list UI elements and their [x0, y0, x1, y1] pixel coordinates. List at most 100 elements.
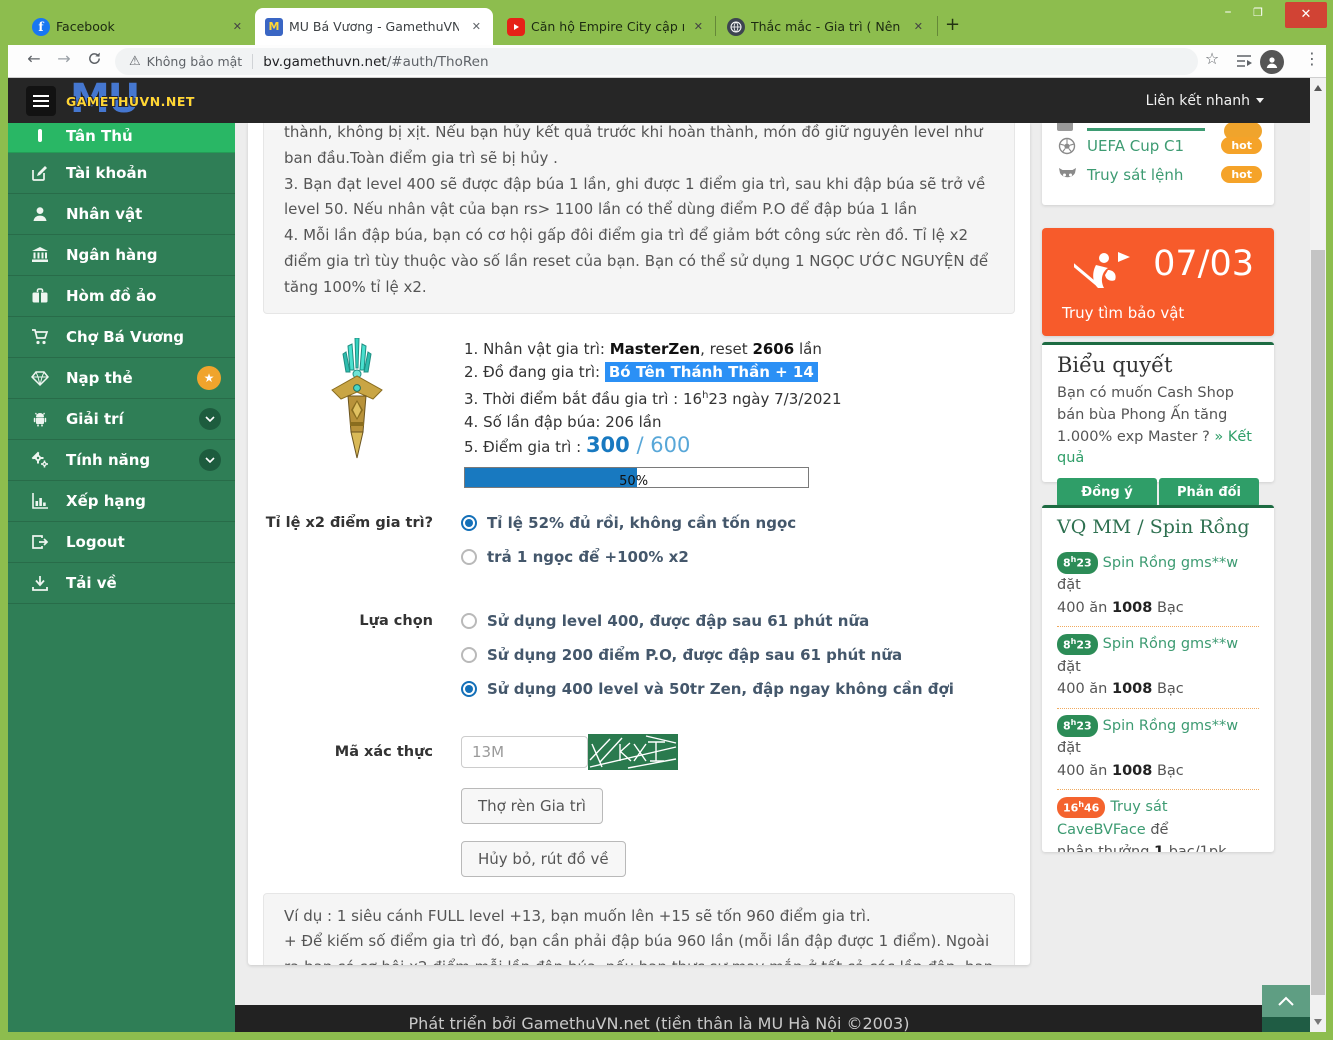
vote-oppose-button[interactable]: Phản đối	[1159, 478, 1259, 507]
chevron-down-icon[interactable]	[199, 449, 221, 471]
vote-question: Bạn có muốn Cash Shop bán bùa Phong Ấn t…	[1057, 383, 1259, 470]
tab-close-icon[interactable]: ✕	[229, 18, 246, 35]
scrollbar-up-arrow-icon[interactable]	[1314, 85, 1322, 91]
cancel-withdraw-button[interactable]: Hủy bỏ, rút đồ về	[461, 841, 626, 877]
radio-option-level-zen[interactable]: Sử dụng 400 level và 50tr Zen, đập ngay …	[461, 680, 954, 698]
scrollbar-down-arrow-icon[interactable]	[1314, 1019, 1322, 1025]
radio-icon[interactable]	[461, 515, 477, 531]
tab-close-icon[interactable]: ✕	[468, 18, 485, 35]
time-badge: 8h23	[1057, 715, 1098, 737]
treasure-event-banner[interactable]: 07/03 Truy tìm bảo vật	[1042, 228, 1274, 336]
logout-icon	[28, 533, 52, 551]
submit-forge-button[interactable]: Thợ rèn Gia trì	[461, 788, 603, 824]
facebook-favicon-icon: f	[32, 18, 50, 36]
page-scrollbar[interactable]	[1310, 78, 1326, 1032]
tab-facebook[interactable]: f Facebook ✕	[22, 8, 254, 45]
radio-icon[interactable]	[461, 647, 477, 663]
radio-icon[interactable]	[461, 613, 477, 629]
tab-close-icon[interactable]: ✕	[910, 18, 927, 35]
footer-text: Phát triển bởi GamethuVN.net (tiền thân …	[409, 1014, 910, 1032]
main-content-card: thành, không bị xịt. Nếu bạn hủy kết quả…	[248, 123, 1030, 965]
points-max: 600	[650, 433, 690, 457]
chrome-menu-icon[interactable]: ⋮	[1300, 49, 1324, 68]
sidebar-item-tinh-nang[interactable]: Tính năng	[8, 440, 235, 481]
url-field[interactable]: ⚠ Không bảo mật bv.gamethuvn.net/#auth/T…	[115, 48, 1198, 75]
example-line: Ví dụ : 1 siêu cánh FULL level +13, bạn …	[284, 904, 994, 930]
sidebar-item-xep-hang[interactable]: Xếp hạng	[8, 481, 235, 522]
new-tab-button[interactable]: +	[945, 14, 960, 35]
x2-rate-group: Tỉ lệ x2 điểm gia trì? Tỉ lệ 52% đủ rồi,…	[248, 514, 1030, 582]
tab-mu-ba-vuong[interactable]: M MU Bá Vương - GamethuVN.net ✕	[255, 8, 493, 45]
sidebar-item-tai-ve[interactable]: Tải về	[8, 563, 235, 604]
feed-text: đặt	[1057, 659, 1081, 675]
not-secure-warning-icon: ⚠	[129, 54, 141, 69]
radio-label: Sử dụng level 400, được đập sau 61 phút …	[487, 612, 869, 630]
radio-option-keep-rate[interactable]: Tỉ lệ 52% đủ rồi, không cần tốn ngọc	[461, 514, 796, 532]
minimize-button[interactable]: –	[1216, 4, 1240, 20]
sidebar-item-nap-the[interactable]: Nạp thẻ ★	[8, 358, 235, 399]
forward-icon[interactable]: →	[52, 49, 76, 68]
media-list-icon[interactable]	[1232, 53, 1256, 72]
tab-title: Facebook	[56, 19, 115, 34]
sidebar-item-giai-tri[interactable]: Giải trí	[8, 399, 235, 440]
quick-links-dropdown[interactable]: Liên kết nhanh	[1146, 93, 1264, 109]
tab-thac-mac[interactable]: Thắc mắc - Gia trì ( Nên hay khôn ✕	[717, 8, 935, 45]
scrollbar-thumb[interactable]	[1311, 250, 1325, 995]
sidebar-item-tan-thu[interactable]: Tân Thủ	[8, 123, 235, 153]
hamburger-menu-icon[interactable]	[26, 86, 56, 116]
logo-site-name: GAMETHUVN.NET	[66, 94, 195, 109]
vote-agree-button[interactable]: Đồng ý	[1057, 478, 1157, 507]
shopping-cart-icon	[28, 328, 52, 346]
reload-icon[interactable]	[82, 51, 106, 70]
quick-link-truy-sat[interactable]: Truy sát lệnh hot	[1042, 160, 1274, 189]
tab-title: MU Bá Vương - GamethuVN.net	[289, 19, 459, 34]
radio-icon[interactable]	[461, 681, 477, 697]
sidebar-item-ngan-hang[interactable]: Ngân hàng	[8, 235, 235, 276]
sidebar-item-label: Xếp hạng	[66, 492, 146, 510]
browser-titlebar: f Facebook ✕ M MU Bá Vương - GamethuVN.n…	[0, 0, 1333, 45]
radio-icon[interactable]	[461, 549, 477, 565]
site-logo[interactable]: MU GAMETHUVN.NET	[66, 82, 196, 120]
radio-option-po-points[interactable]: Sử dụng 200 điểm P.O, được đập sau 61 ph…	[461, 646, 954, 664]
sidebar-item-hom-do-ao[interactable]: Hòm đồ ảo	[8, 276, 235, 317]
feed-line2: 400 ăn 1008 Bạc	[1057, 678, 1259, 700]
maximize-button[interactable]: ❐	[1246, 6, 1270, 19]
feed-link[interactable]: Spin Rồng gms**w	[1103, 718, 1238, 734]
spin-feed-card: VQ MM / Spin Rồng 8h23Spin Rồng gms**w đ…	[1042, 505, 1274, 852]
bank-icon	[28, 246, 52, 264]
tab-close-icon[interactable]: ✕	[690, 18, 707, 35]
item-section: 1. Nhân vật gia trì: MasterZen, reset 26…	[328, 338, 1030, 488]
captcha-label: Mã xác thực	[248, 736, 433, 770]
sidebar-nav: Tân Thủ Tài khoản Nhân vật Ngân hàng	[8, 123, 235, 1032]
sidebar-item-tai-khoan[interactable]: Tài khoản	[8, 153, 235, 194]
sidebar-item-label: Ngân hàng	[66, 246, 158, 264]
sidebar-item-label: Chợ Bá Vương	[66, 328, 184, 346]
user-icon	[28, 205, 52, 223]
sidebar-item-nhan-vat[interactable]: Nhân vật	[8, 194, 235, 235]
item-line-character: 1. Nhân vật gia trì: MasterZen, reset 26…	[464, 338, 842, 361]
tab-youtube[interactable]: Căn hộ Empire City cập nhật tiến ✕	[497, 8, 715, 45]
close-window-button[interactable]: ✕	[1285, 2, 1327, 28]
profile-avatar[interactable]	[1260, 50, 1284, 74]
progress-label: 50%	[619, 470, 648, 493]
scroll-to-top-button[interactable]	[1262, 985, 1310, 1032]
feed-link[interactable]: Spin Rồng gms**w	[1103, 636, 1238, 652]
android-icon	[28, 410, 52, 428]
time-badge: 16h46	[1057, 797, 1105, 819]
radio-option-level-400[interactable]: Sử dụng level 400, được đập sau 61 phút …	[461, 612, 954, 630]
page-viewport: MU GAMETHUVN.NET Liên kết nhanh Tân Thủ …	[8, 78, 1326, 1032]
radio-option-pay-gem[interactable]: trả 1 ngọc để +100% x2	[461, 548, 796, 566]
sidebar-item-logout[interactable]: Logout	[8, 522, 235, 563]
back-icon[interactable]: ←	[22, 49, 46, 68]
bookmark-star-icon[interactable]: ☆	[1200, 49, 1224, 68]
item-line-start-time: 3. Thời điểm bắt đầu gia trì : 16h23 ngà…	[464, 384, 842, 411]
event-label: Truy tìm bảo vật	[1062, 304, 1184, 322]
sidebar-item-cho-ba-vuong[interactable]: Chợ Bá Vương	[8, 317, 235, 358]
briefcase-icon	[28, 287, 52, 305]
captcha-input[interactable]	[461, 736, 588, 768]
chevron-down-icon[interactable]	[199, 408, 221, 430]
feed-link[interactable]: Spin Rồng gms**w	[1103, 555, 1238, 571]
weapon-item-image	[328, 338, 386, 460]
feed-text: đặt	[1057, 740, 1081, 756]
feed-item: 8h23Spin Rồng gms**w đặt 400 ăn 1008 Bạc	[1057, 546, 1259, 627]
